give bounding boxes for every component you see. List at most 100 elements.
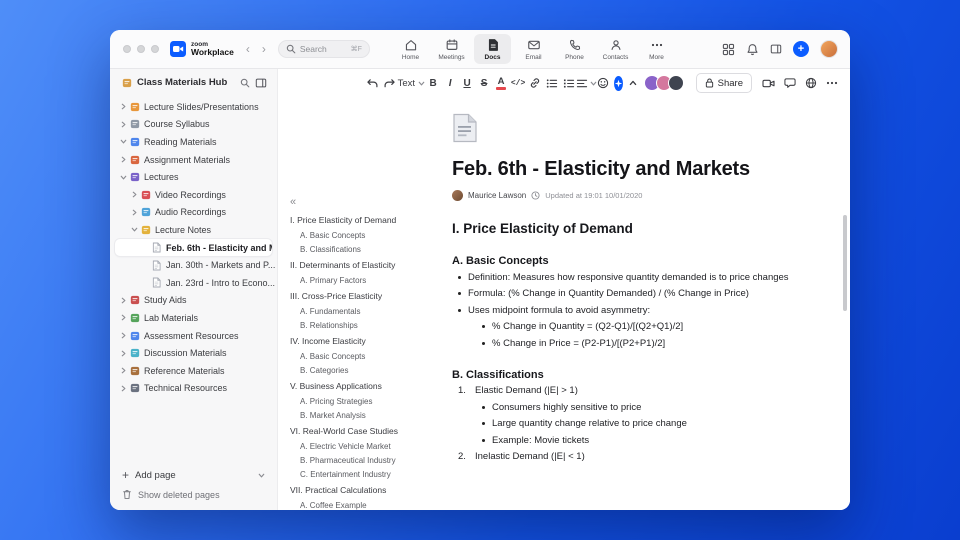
sidebar-folder-item[interactable]: Audio Recordings	[110, 204, 277, 222]
chevron-right-icon[interactable]	[118, 297, 128, 304]
outline-item[interactable]: A. Pricing Strategies	[300, 397, 442, 406]
outline-item[interactable]: I. Price Elasticity of Demand	[290, 215, 442, 225]
outline-item[interactable]: II. Determinants of Elasticity	[290, 260, 442, 270]
close-window-button[interactable]	[123, 45, 131, 53]
nav-tab-phone[interactable]: Phone	[556, 34, 593, 64]
apps-icon[interactable]	[722, 43, 735, 56]
document-canvas[interactable]: « I. Price Elasticity of Demand A. Basic …	[278, 97, 850, 510]
italic-button[interactable]: I	[444, 74, 457, 92]
document-content[interactable]: I. Price Elasticity of Demand A. Basic Co…	[452, 221, 838, 463]
add-page-button[interactable]: + Add page	[122, 469, 265, 481]
sidebar-folder-item[interactable]: Lectures	[110, 168, 277, 186]
notifications-icon[interactable]	[746, 43, 759, 56]
emoji-button[interactable]	[597, 74, 610, 92]
collaborator-avatar[interactable]	[667, 75, 684, 91]
bold-button[interactable]: B	[427, 74, 440, 92]
chevron-right-icon[interactable]	[118, 121, 128, 128]
outline-item[interactable]: C. Entertainment Industry	[300, 470, 442, 479]
chevron-right-icon[interactable]	[118, 367, 128, 374]
nav-tab-more[interactable]: More	[638, 34, 675, 64]
share-button[interactable]: Share	[695, 73, 752, 93]
nav-tab-contacts[interactable]: Contacts	[597, 34, 634, 64]
sidebar-folder-item[interactable]: Lecture Slides/Presentations	[110, 98, 277, 116]
chevron-down-icon[interactable]	[118, 174, 128, 181]
sidebar-page-item[interactable]: Feb. 6th - Elasticity and M...	[115, 238, 272, 257]
sidebar-page-item[interactable]: Jan. 30th - Markets and P...	[110, 256, 277, 274]
bullet-list-button[interactable]	[546, 74, 559, 92]
maximize-window-button[interactable]	[151, 45, 159, 53]
undo-button[interactable]	[366, 74, 379, 92]
outline-item[interactable]: B. Market Analysis	[300, 411, 442, 420]
sidebar-page-item[interactable]: Jan. 23rd - Intro to Econo...	[110, 274, 277, 292]
sidebar-folder-item[interactable]: Discussion Materials	[110, 344, 277, 362]
nav-tab-email[interactable]: Email	[515, 34, 552, 64]
comments-icon[interactable]	[784, 77, 796, 89]
link-button[interactable]	[529, 74, 542, 92]
sidebar-folder-item[interactable]: Reading Materials	[110, 133, 277, 151]
chevron-right-icon[interactable]	[118, 350, 128, 357]
sidebar-folder-item[interactable]: Study Aids	[110, 292, 277, 310]
sidebar-folder-item[interactable]: Technical Resources	[110, 380, 277, 398]
text-style-select[interactable]: Text	[398, 74, 425, 92]
outline-item[interactable]: A. Basic Concepts	[300, 231, 442, 240]
collapse-outline-icon[interactable]: «	[290, 197, 442, 208]
outline-item[interactable]: V. Business Applications	[290, 381, 442, 391]
outline-item[interactable]: IV. Income Elasticity	[290, 336, 442, 346]
nav-tab-docs[interactable]: Docs	[474, 34, 511, 64]
sidebar-folder-item[interactable]: Lab Materials	[110, 309, 277, 327]
sidebar-folder-item[interactable]: Assessment Resources	[110, 327, 277, 345]
underline-button[interactable]: U	[461, 74, 474, 92]
ai-companion-button[interactable]	[613, 75, 623, 91]
strikethrough-button[interactable]: S	[478, 74, 491, 92]
sidebar-search-icon[interactable]	[240, 78, 250, 88]
toggle-panel-icon[interactable]	[770, 43, 782, 55]
outline-item[interactable]: B. Classifications	[300, 245, 442, 254]
chevron-down-icon[interactable]	[258, 472, 265, 479]
chevron-right-icon[interactable]	[129, 209, 139, 216]
language-icon[interactable]	[805, 77, 817, 89]
back-button[interactable]: ‹	[246, 43, 250, 55]
text-color-button[interactable]: A	[495, 74, 508, 92]
minimize-window-button[interactable]	[137, 45, 145, 53]
sidebar-folder-item[interactable]: Lecture Notes	[110, 221, 277, 239]
redo-button[interactable]	[383, 74, 396, 92]
outline-item[interactable]: VI. Real-World Case Studies	[290, 426, 442, 436]
chevron-down-icon[interactable]	[118, 138, 128, 145]
sidebar-folder-item[interactable]: Video Recordings	[110, 186, 277, 204]
more-options-icon[interactable]	[826, 81, 838, 85]
align-button[interactable]	[576, 74, 596, 92]
outline-item[interactable]: B. Pharmaceutical Industry	[300, 456, 442, 465]
outline-item[interactable]: A. Electric Vehicle Market	[300, 442, 442, 451]
video-call-icon[interactable]	[762, 78, 775, 89]
collapse-toolbar-button[interactable]	[627, 74, 640, 92]
global-search-input[interactable]: Search ⌘F	[277, 40, 370, 58]
user-avatar[interactable]	[820, 40, 838, 58]
document-scrollbar[interactable]	[843, 215, 847, 311]
outline-item[interactable]: A. Fundamentals	[300, 307, 442, 316]
nav-tab-home[interactable]: Home	[392, 34, 429, 64]
outline-item[interactable]: B. Relationships	[300, 321, 442, 330]
chevron-right-icon[interactable]	[118, 314, 128, 321]
sidebar-folder-item[interactable]: Assignment Materials	[110, 151, 277, 169]
outline-item[interactable]: A. Coffee Example	[300, 501, 442, 510]
sidebar-folder-item[interactable]: Course Syllabus	[110, 116, 277, 134]
chevron-right-icon[interactable]	[118, 156, 128, 163]
chevron-down-icon[interactable]	[129, 226, 139, 233]
code-button[interactable]: </>	[511, 74, 525, 92]
sidebar-collapse-icon[interactable]	[255, 77, 267, 89]
outline-item[interactable]: VII. Practical Calculations	[290, 485, 442, 495]
outline-item[interactable]: III. Cross-Price Elasticity	[290, 291, 442, 301]
chevron-right-icon[interactable]	[118, 385, 128, 392]
sidebar-folder-item[interactable]: Reference Materials	[110, 362, 277, 380]
outline-item[interactable]: A. Basic Concepts	[300, 352, 442, 361]
nav-tab-meetings[interactable]: Meetings	[433, 34, 470, 64]
chevron-right-icon[interactable]	[118, 332, 128, 339]
show-deleted-pages-button[interactable]: Show deleted pages	[122, 489, 265, 500]
numbered-list-button[interactable]	[563, 74, 576, 92]
chevron-right-icon[interactable]	[118, 103, 128, 110]
forward-button[interactable]: ›	[262, 43, 266, 55]
document-title[interactable]: Feb. 6th - Elasticity and Markets	[452, 158, 838, 181]
new-button[interactable]: +	[793, 41, 809, 57]
chevron-right-icon[interactable]	[129, 191, 139, 198]
outline-item[interactable]: A. Primary Factors	[300, 276, 442, 285]
